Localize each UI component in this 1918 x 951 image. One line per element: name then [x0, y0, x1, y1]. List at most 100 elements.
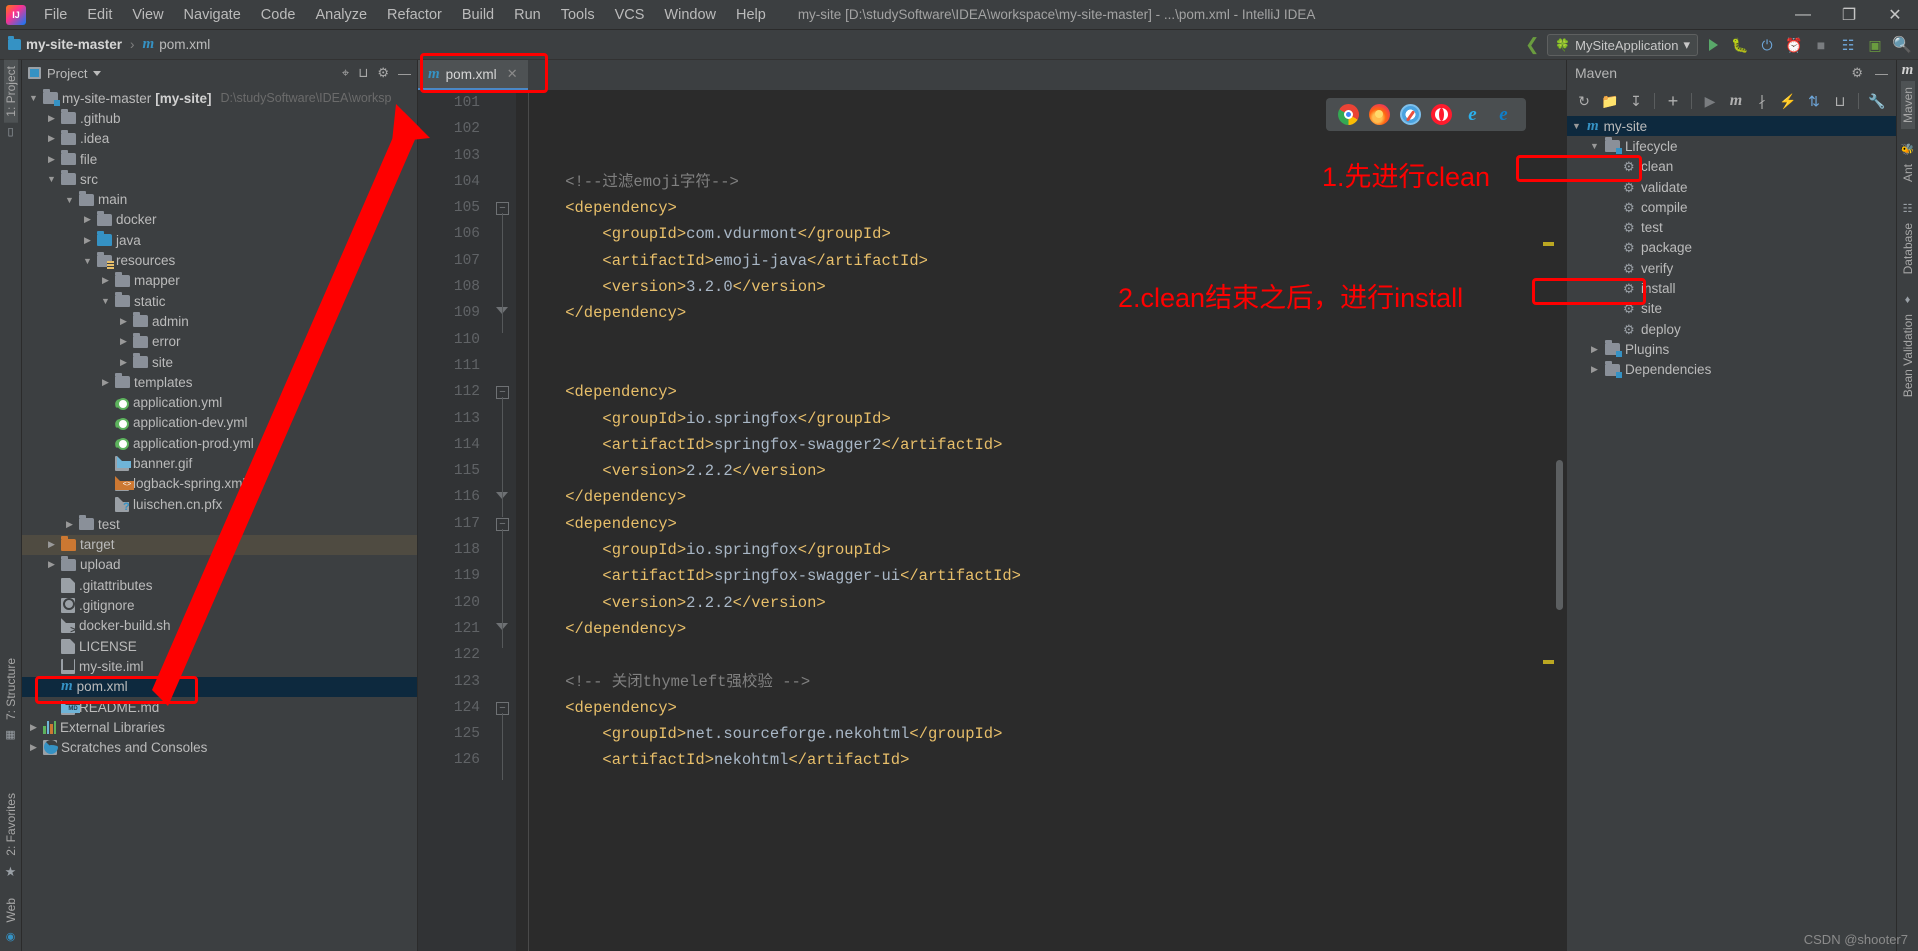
code-line[interactable]: <version>3.2.0</version> [516, 274, 1566, 300]
chevron-right-icon[interactable]: ▶ [82, 214, 93, 225]
hide-panel-icon[interactable]: — [398, 66, 411, 81]
chevron-right-icon[interactable]: ▶ [46, 681, 57, 692]
collapse-all-icon[interactable]: ⊔ [1828, 89, 1852, 113]
warning-marker[interactable] [1543, 660, 1554, 664]
maven-tree-row-package[interactable]: ▶ ⚙ package [1567, 238, 1896, 258]
project-tree-row-docker-build-sh[interactable]: ▶ docker-build.sh [22, 616, 417, 638]
chevron-right-icon[interactable]: ▶ [100, 458, 111, 469]
project-tree-row-license[interactable]: ▶ LICENSE [22, 636, 417, 656]
chevron-right-icon[interactable]: ▶ [46, 600, 57, 611]
code-line[interactable] [516, 327, 1566, 353]
run-button[interactable] [1701, 33, 1725, 57]
chevron-right-icon[interactable]: ▶ [46, 702, 57, 713]
code-line[interactable]: <groupId>io.springfox</groupId> [516, 406, 1566, 432]
firefox-icon[interactable] [1369, 104, 1390, 125]
maven-tree-row-plugins[interactable]: ▶ Plugins [1567, 339, 1896, 359]
menu-navigate[interactable]: Navigate [174, 4, 251, 26]
chevron-right-icon[interactable]: ▶ [46, 133, 57, 144]
code-line[interactable]: <groupId>com.vdurmont</groupId> [516, 221, 1566, 247]
project-tree-row-my-site-master[interactable]: ▼ my-site-master [my-site] D:\studySoftware… [22, 88, 417, 108]
maven-m-icon[interactable]: m [1902, 62, 1914, 79]
reimport-icon[interactable]: ↻ [1572, 89, 1596, 113]
project-structure-icon[interactable]: ▣ [1863, 33, 1887, 57]
chevron-right-icon[interactable]: ▶ [46, 154, 57, 165]
maven-tree-row-lifecycle[interactable]: ▼ Lifecycle [1567, 136, 1896, 156]
tool-window-maven[interactable]: Maven [1900, 81, 1915, 130]
debug-button[interactable]: 🐛 [1728, 33, 1752, 57]
tool-window-project[interactable]: 1: Project [3, 60, 18, 123]
code-line[interactable]: <artifactId>emoji-java</artifactId> [516, 248, 1566, 274]
code-line[interactable]: </dependency> [516, 300, 1566, 326]
build-hammer-icon[interactable]: ❮ [1520, 33, 1544, 57]
menu-build[interactable]: Build [452, 4, 504, 26]
project-tree-row-src[interactable]: ▼ src [22, 169, 417, 189]
code-line[interactable]: </dependency> [516, 484, 1566, 510]
project-tree-row-external-libraries[interactable]: ▶ External Libraries [22, 717, 417, 737]
menu-run[interactable]: Run [504, 4, 551, 26]
generate-sources-icon[interactable]: 📁 [1598, 89, 1622, 113]
maven-tree-row-install[interactable]: ▶ ⚙ install [1567, 278, 1896, 298]
project-file-tree[interactable]: ▼ my-site-master [my-site] D:\studySoftware… [22, 86, 417, 951]
menu-help[interactable]: Help [726, 4, 776, 26]
project-tree-row-resources[interactable]: ▼ resources [22, 250, 417, 270]
chevron-down-icon[interactable]: ▼ [28, 93, 39, 103]
toggle-skip-tests-icon[interactable]: ∤ [1750, 89, 1774, 113]
chevron-right-icon[interactable]: ▶ [100, 377, 111, 388]
run-coverage-button[interactable]: ⏻ [1755, 33, 1779, 57]
code-line[interactable]: </dependency> [516, 616, 1566, 642]
maven-tree-row-compile[interactable]: ▶ ⚙ compile [1567, 197, 1896, 217]
chevron-right-icon[interactable]: ▶ [100, 478, 111, 489]
scroll-from-source-icon[interactable]: ⌖ [342, 65, 349, 81]
code-line[interactable] [516, 353, 1566, 379]
chevron-right-icon[interactable]: ▶ [118, 316, 129, 327]
project-tree-row-application-yml[interactable]: ▶ application.yml [22, 392, 417, 412]
project-tree-row-upload[interactable]: ▶ upload [22, 555, 417, 575]
web-globe-icon[interactable]: ◉ [6, 930, 16, 943]
profiler-button[interactable]: ⏰ [1782, 33, 1806, 57]
code-line[interactable]: <artifactId>springfox-swagger-ui</artifa… [516, 563, 1566, 589]
warning-marker[interactable] [1543, 242, 1554, 246]
project-tree-row-test[interactable]: ▶ test [22, 514, 417, 534]
collapse-all-icon[interactable]: ⊔ [358, 65, 368, 81]
project-tree-row-java[interactable]: ▶ java [22, 230, 417, 250]
editor-scrollbar-thumb[interactable] [1556, 460, 1563, 610]
chevron-right-icon[interactable]: ▶ [100, 275, 111, 286]
code-line[interactable]: <dependency> [516, 511, 1566, 537]
project-tree-row-luischen-cn-pfx[interactable]: ▶ luischen.cn.pfx [22, 494, 417, 514]
editor-tab-pom-xml[interactable]: m pom.xml ✕ [418, 60, 528, 90]
settings-wrench-icon[interactable]: 🔧 [1865, 89, 1889, 113]
gear-icon[interactable]: ⚙ [1851, 65, 1863, 81]
database-icon[interactable]: ☷ [1903, 202, 1913, 215]
chevron-right-icon[interactable]: ▶ [1607, 324, 1618, 335]
project-panel-title[interactable]: Project [47, 66, 87, 81]
menu-window[interactable]: Window [654, 4, 726, 26]
chevron-right-icon[interactable]: ▶ [100, 397, 111, 408]
chrome-icon[interactable] [1338, 104, 1359, 125]
project-tree-row-readme-md[interactable]: ▶ README.md [22, 697, 417, 717]
project-tree-row-site[interactable]: ▶ site [22, 352, 417, 372]
maven-tree-row-test[interactable]: ▶ ⚙ test [1567, 217, 1896, 237]
open-in-browser-bar[interactable]: e e [1326, 98, 1526, 131]
close-button[interactable]: ✕ [1872, 0, 1918, 30]
tool-window-web[interactable]: Web [4, 892, 18, 928]
maven-tree-row-clean[interactable]: ▶ ⚙ clean [1567, 157, 1896, 177]
chevron-right-icon[interactable]: ▶ [46, 641, 57, 652]
chevron-down-icon[interactable]: ▼ [1589, 141, 1600, 151]
project-tree-row-application-prod-yml[interactable]: ▶ application-prod.yml [22, 433, 417, 453]
code-line[interactable]: <groupId>net.sourceforge.nekohtml</group… [516, 721, 1566, 747]
execute-maven-goal-icon[interactable]: m [1724, 89, 1748, 113]
project-tree-row-admin[interactable]: ▶ admin [22, 311, 417, 331]
code-line[interactable]: <!-- 关闭thymeleft强校验 --> [516, 669, 1566, 695]
ant-bug-icon[interactable]: 🐝 [1901, 143, 1915, 156]
chevron-right-icon[interactable]: ▶ [1607, 283, 1618, 294]
code-line[interactable]: <dependency> [516, 379, 1566, 405]
structure-icon[interactable]: ▦ [5, 728, 15, 741]
code-line[interactable] [516, 642, 1566, 668]
chevron-right-icon[interactable]: ▶ [64, 519, 75, 530]
project-tree-row-application-dev-yml[interactable]: ▶ application-dev.yml [22, 413, 417, 433]
chevron-right-icon[interactable]: ▶ [1607, 222, 1618, 233]
code-editor[interactable]: 101 102 103 104 105 106 107 108 109 110 111 112 113 1… [418, 90, 1566, 951]
tool-window-favorites[interactable]: 2: Favorites [4, 787, 18, 862]
maven-tree-row-validate[interactable]: ▶ ⚙ validate [1567, 177, 1896, 197]
download-sources-icon[interactable]: ↧ [1624, 89, 1648, 113]
